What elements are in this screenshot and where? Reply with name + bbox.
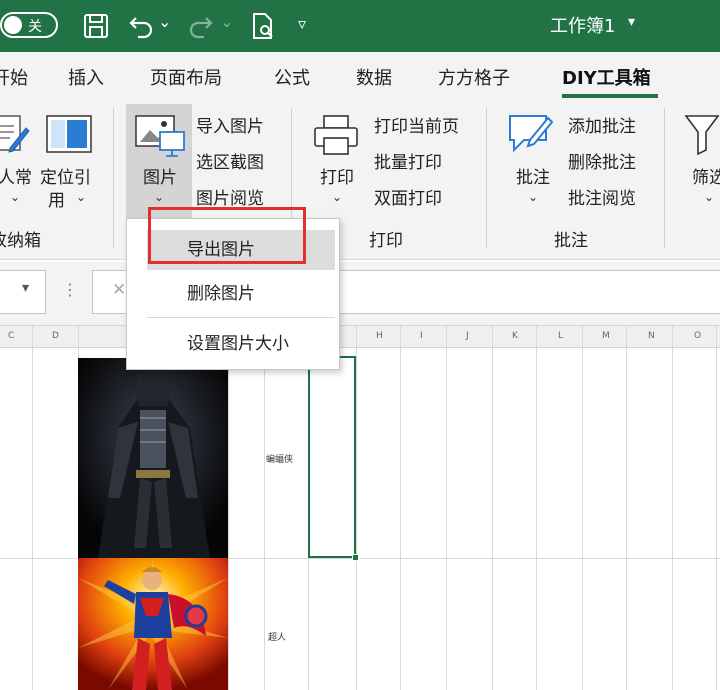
group-label-comment: 批注 [554,231,588,251]
locate-reference-label-line1: 定位引 [40,168,91,188]
column-header-d[interactable]: D [52,331,59,341]
cell-superman-name[interactable]: 超人 [268,630,286,643]
ribbon-separator [486,108,487,248]
partial-button-label: 人常 [0,168,32,188]
set-picture-size-menu-item[interactable]: 设置图片大小 [127,324,339,364]
print-preview-icon[interactable] [250,12,276,44]
save-icon[interactable] [82,12,110,44]
grid-line [536,326,537,690]
grid-line [582,326,583,690]
tab-diy-toolbox[interactable]: DIY工具箱 [562,64,651,90]
comment-chevron-icon[interactable]: ⌄ [528,190,538,204]
grid-line [716,326,717,690]
ribbon-tab-bar: 开始 插入 页面布局 公式 数据 方方格子 DIY工具箱 [0,52,720,100]
tab-data[interactable]: 数据 [356,64,392,90]
delete-comment-button[interactable]: 删除批注 [568,148,636,173]
print-current-page-button[interactable]: 打印当前页 [374,112,459,137]
batch-print-button[interactable]: 批量打印 [374,148,442,173]
tab-page-layout[interactable]: 页面布局 [150,64,222,90]
active-tab-indicator [562,94,658,98]
column-header-h[interactable]: H [376,331,383,341]
column-header-l[interactable]: L [558,331,563,341]
delete-picture-menu-item[interactable]: 删除图片 [127,274,339,314]
ribbon-separator [113,108,114,248]
picture-button-label: 图片 [143,168,177,188]
column-header-o[interactable]: O [694,331,701,341]
menu-divider [147,317,335,318]
column-header-m[interactable]: M [602,331,610,341]
tab-fangfangezi[interactable]: 方方格子 [438,64,510,90]
superman-image[interactable] [78,558,228,690]
column-header-j[interactable]: J [466,331,469,341]
toggle-knob [4,16,22,34]
group-label-storage: 收纳箱 [0,231,41,251]
autosave-toggle[interactable]: 关 [0,12,58,38]
column-header-n[interactable]: N [648,331,655,341]
locate-reference-icon[interactable] [45,114,93,160]
highlight-annotation-box [148,207,306,264]
partial-button-chevron-icon[interactable]: ⌄ [10,190,20,204]
customize-qat-icon[interactable]: ▿ [298,14,306,33]
print-button-label: 打印 [320,168,354,188]
batman-image[interactable] [78,358,228,558]
comment-button-label: 批注 [516,168,550,188]
picture-chevron-icon: ⌄ [154,190,165,204]
column-header-k[interactable]: K [512,331,518,341]
redo-dropdown-chevron-icon: ⌄ [220,12,234,31]
picture-icon [134,114,186,162]
grid-line [626,326,627,690]
workbook-title: 工作簿1 [550,16,616,37]
document-edit-icon[interactable] [0,112,30,162]
grid-line [492,326,493,690]
select-screenshot-button[interactable]: 选区截图 [196,148,264,173]
filter-funnel-icon[interactable] [684,112,720,160]
comment-pen-icon[interactable] [506,110,556,160]
column-header-row [0,326,720,348]
fill-handle[interactable] [352,554,359,561]
redo-icon [186,12,214,44]
picture-browse-button[interactable]: 图片阅览 [196,184,264,209]
locate-reference-label-line2: 用 [48,191,65,211]
name-box-chevron-icon[interactable]: ▾ [22,280,29,296]
print-chevron-icon[interactable]: ⌄ [332,190,342,204]
duplex-print-button[interactable]: 双面打印 [374,184,442,209]
printer-icon[interactable] [312,114,360,160]
selected-cell[interactable] [308,356,356,558]
grid-line [264,326,265,690]
column-header-i[interactable]: I [420,331,423,341]
grid-line [32,326,33,690]
autosave-state-label: 关 [28,19,42,35]
cancel-icon[interactable]: ✕ [112,280,126,300]
more-options-icon[interactable]: ⋮ [62,280,78,299]
cell-batman-name[interactable]: 蝙蝠侠 [266,452,293,465]
grid-line [672,326,673,690]
grid-line [446,326,447,690]
ribbon-separator [664,108,665,248]
undo-dropdown-chevron-icon[interactable]: ⌄ [158,12,171,31]
column-header-c[interactable]: C [8,331,14,341]
locate-reference-chevron-icon[interactable]: ⌄ [76,190,86,204]
group-label-print: 打印 [369,231,403,251]
grid-line [356,326,357,690]
tab-home[interactable]: 开始 [0,64,28,90]
grid-line [400,326,401,690]
add-comment-button[interactable]: 添加批注 [568,112,636,137]
undo-icon[interactable] [128,12,156,44]
filter-button-label: 筛选 [692,168,720,188]
grid-line [228,326,229,690]
tab-insert[interactable]: 插入 [68,64,104,90]
tab-formulas[interactable]: 公式 [274,64,310,90]
filter-chevron-icon[interactable]: ⌄ [704,190,714,204]
comment-browse-button[interactable]: 批注阅览 [568,184,636,209]
workbook-title-chevron-icon[interactable]: ▾ [628,14,635,30]
import-picture-button[interactable]: 导入图片 [196,112,264,137]
